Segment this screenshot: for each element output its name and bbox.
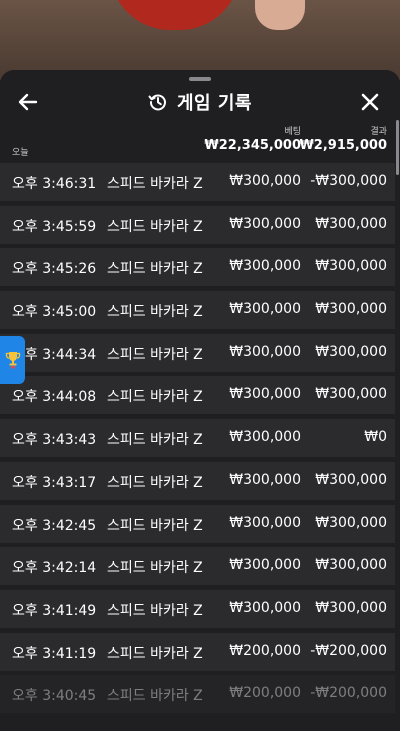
row-result: ₩300,000	[315, 215, 387, 232]
row-result: -₩300,000	[310, 173, 387, 189]
row-game: 스피드 바카라 Z	[107, 645, 203, 662]
history-row[interactable]: 오후 3:41:49 스피드 바카라 Z ₩300,000 ₩300,000	[0, 589, 395, 628]
row-bet: ₩300,000	[229, 471, 301, 488]
row-result: ₩300,000	[315, 386, 387, 403]
row-time: 오후 3:45:00	[12, 304, 97, 321]
history-row[interactable]: 오후 3:42:45 스피드 바카라 Z ₩300,000 ₩300,000	[0, 504, 395, 543]
row-game: 스피드 바카라 Z	[107, 304, 203, 321]
trophy-icon	[5, 352, 20, 369]
row-bet: ₩300,000	[229, 343, 301, 360]
history-row[interactable]: 오후 3:40:45 스피드 바카라 Z ₩200,000 -₩200,000	[0, 675, 395, 714]
row-result: -₩200,000	[310, 642, 387, 659]
row-time: 오후 3:40:45	[12, 688, 97, 705]
date-group-label: 오늘	[12, 148, 29, 158]
row-result: ₩300,000	[315, 514, 387, 531]
total-result-value: ₩2,915,000	[299, 138, 387, 153]
row-time: 오후 3:41:49	[12, 602, 97, 619]
history-row[interactable]: 오후 3:43:43 스피드 바카라 Z ₩300,000 ₩0	[0, 419, 395, 458]
row-time: 오후 3:45:26	[12, 261, 97, 278]
row-bet: ₩300,000	[229, 599, 301, 616]
row-game: 스피드 바카라 Z	[107, 346, 203, 363]
game-history-sheet: 게임 기록 오늘 베팅 결과 ₩22,345,000 ₩2,915,000 오후…	[0, 70, 400, 731]
row-bet: ₩200,000	[229, 642, 301, 659]
row-game: 스피드 바카라 Z	[107, 517, 203, 534]
history-list: 오후 3:46:31 스피드 바카라 Z ₩300,000 -₩300,000 오후 …	[0, 163, 395, 718]
dealer-dress	[110, 0, 240, 30]
sheet-header: 게임 기록	[0, 82, 400, 122]
row-bet: ₩300,000	[229, 173, 301, 189]
row-game: 스피드 바카라 Z	[107, 432, 203, 449]
row-game: 스피드 바카라 Z	[107, 261, 203, 278]
page-title: 게임 기록	[176, 93, 252, 114]
result-column-header: 결과	[370, 127, 387, 137]
history-row[interactable]: 오후 3:45:00 스피드 바카라 Z ₩300,000 ₩300,000	[0, 291, 395, 330]
row-game: 스피드 바카라 Z	[107, 389, 203, 406]
row-result: ₩300,000	[315, 599, 387, 616]
row-result: ₩300,000	[315, 343, 387, 360]
row-result: ₩0	[364, 429, 387, 446]
row-result: -₩200,000	[310, 685, 387, 702]
row-bet: ₩300,000	[229, 301, 301, 318]
row-bet: ₩300,000	[229, 386, 301, 403]
row-result: ₩300,000	[315, 557, 387, 574]
history-row[interactable]: 오후 3:44:34 스피드 바카라 Z ₩300,000 ₩300,000	[0, 333, 395, 372]
row-bet: ₩300,000	[229, 429, 301, 446]
row-time: 오후 3:42:14	[12, 560, 97, 577]
row-result: ₩300,000	[315, 471, 387, 488]
row-time: 오후 3:43:43	[12, 432, 97, 449]
row-time: 오후 3:41:19	[12, 645, 97, 662]
row-game: 스피드 바카라 Z	[107, 218, 203, 235]
scrollbar[interactable]	[396, 120, 399, 175]
row-time: 오후 3:42:45	[12, 517, 97, 534]
row-game: 스피드 바카라 Z	[107, 560, 203, 577]
history-row[interactable]: 오후 3:46:31 스피드 바카라 Z ₩300,000 -₩300,000	[0, 163, 395, 201]
close-button[interactable]	[356, 88, 384, 116]
summary-bar: 오늘 베팅 결과 ₩22,345,000 ₩2,915,000	[0, 122, 400, 160]
row-game: 스피드 바카라 Z	[107, 602, 203, 619]
row-time: 오후 3:43:17	[12, 474, 97, 491]
row-bet: ₩300,000	[229, 514, 301, 531]
total-bet-value: ₩22,345,000	[204, 138, 301, 153]
row-time: 오후 3:45:59	[12, 218, 97, 235]
row-bet: ₩200,000	[229, 685, 301, 702]
row-game: 스피드 바카라 Z	[107, 688, 203, 705]
row-time: 오후 3:44:08	[12, 389, 97, 406]
dealer-hand	[255, 0, 305, 30]
history-row[interactable]: 오후 3:41:19 스피드 바카라 Z ₩200,000 -₩200,000	[0, 632, 395, 671]
history-icon	[148, 94, 166, 111]
history-row[interactable]: 오후 3:43:17 스피드 바카라 Z ₩300,000 ₩300,000	[0, 461, 395, 500]
history-row[interactable]: 오후 3:45:26 스피드 바카라 Z ₩300,000 ₩300,000	[0, 248, 395, 287]
row-bet: ₩300,000	[229, 258, 301, 275]
sheet-grabber[interactable]	[189, 77, 211, 81]
bet-column-header: 베팅	[284, 127, 301, 137]
history-row[interactable]: 오후 3:45:59 스피드 바카라 Z ₩300,000 ₩300,000	[0, 205, 395, 244]
row-result: ₩300,000	[315, 258, 387, 275]
row-bet: ₩300,000	[229, 557, 301, 574]
row-result: ₩300,000	[315, 301, 387, 318]
leaderboard-side-tab[interactable]	[0, 336, 25, 384]
close-icon	[361, 93, 379, 111]
live-video-backdrop	[0, 0, 400, 80]
row-game: 스피드 바카라 Z	[107, 474, 203, 491]
history-row[interactable]: 오후 3:42:14 스피드 바카라 Z ₩300,000 ₩300,000	[0, 547, 395, 586]
row-bet: ₩300,000	[229, 215, 301, 232]
history-row[interactable]: 오후 3:44:08 스피드 바카라 Z ₩300,000 ₩300,000	[0, 376, 395, 415]
row-game: 스피드 바카라 Z	[107, 176, 203, 192]
row-time: 오후 3:46:31	[12, 176, 97, 192]
sheet-title: 게임 기록	[0, 88, 400, 116]
